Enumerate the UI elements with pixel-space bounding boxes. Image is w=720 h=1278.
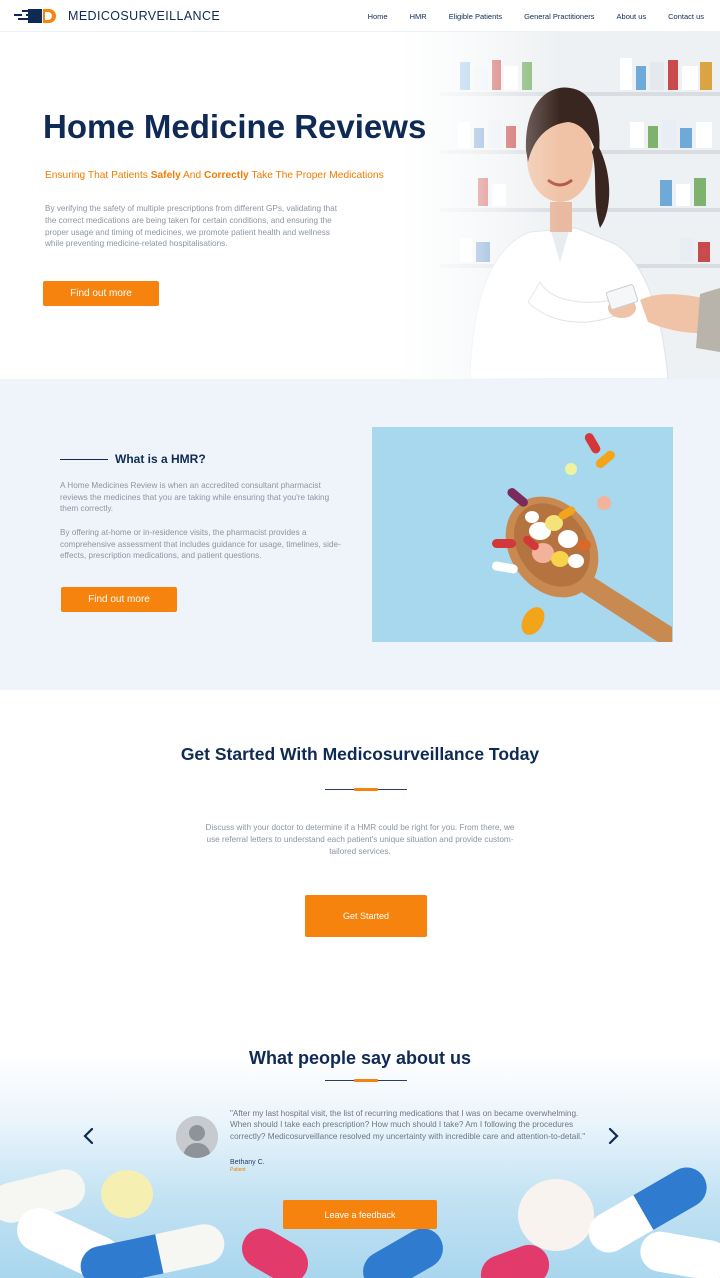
- heading-line: [60, 459, 108, 460]
- nav-menu: Home HMR Eligible Patients General Pract…: [346, 0, 704, 32]
- testimonial-role: Patient: [230, 1167, 246, 1173]
- divider-accent: [354, 788, 378, 791]
- logo-icon: [14, 9, 56, 23]
- testimonial-quote: "After my last hospital visit, the list …: [230, 1109, 586, 1141]
- hero-title: Home Medicine Reviews: [43, 108, 427, 145]
- pills-spoon-photo: [372, 427, 673, 642]
- nav-about-us[interactable]: About us: [617, 12, 647, 21]
- hmr-title: What is a HMR?: [115, 452, 206, 466]
- leave-feedback-button[interactable]: Leave a feedback: [283, 1200, 437, 1229]
- hero-section: Home Medicine Reviews Ensuring That Pati…: [0, 32, 720, 379]
- nav-general-practitioners[interactable]: General Practitioners: [524, 12, 594, 21]
- get-started-title: Get Started With Medicosurveillance Toda…: [180, 744, 540, 764]
- hero-subtitle: Ensuring That Patients Safely And Correc…: [45, 170, 384, 181]
- divider-accent: [354, 1079, 378, 1082]
- hmr-paragraph-1: A Home Medicines Review is when an accre…: [60, 481, 330, 514]
- testimonials-title: What people say about us: [248, 1048, 472, 1068]
- nav-eligible-patients[interactable]: Eligible Patients: [449, 12, 502, 21]
- get-started-description: Discuss with your doctor to determine if…: [205, 823, 515, 856]
- brand-name: MEDICOSURVEILLANCE: [68, 9, 221, 23]
- chevron-right-icon[interactable]: [606, 1127, 620, 1145]
- subtitle-text: And: [180, 170, 204, 181]
- get-started-button[interactable]: Get Started: [305, 895, 427, 937]
- chevron-left-icon[interactable]: [82, 1127, 96, 1145]
- brand-logo[interactable]: MEDICOSURVEILLANCE: [14, 8, 220, 24]
- section-divider: [325, 1079, 407, 1082]
- hmr-find-out-more-button[interactable]: Find out more: [61, 587, 177, 612]
- hero-description: By verifying the safety of multiple pres…: [45, 204, 338, 249]
- nav-hmr[interactable]: HMR: [410, 12, 427, 21]
- hmr-paragraph-2: By offering at-home or in-residence visi…: [60, 528, 341, 561]
- hero-find-out-more-button[interactable]: Find out more: [43, 281, 159, 306]
- subtitle-text: Take The Proper Medications: [248, 170, 384, 181]
- top-navigation: MEDICOSURVEILLANCE Home HMR Eligible Pat…: [0, 0, 720, 32]
- avatar-silhouette: [176, 1116, 218, 1158]
- nav-home[interactable]: Home: [368, 12, 388, 21]
- pharmacist-photo: [400, 32, 720, 379]
- subtitle-emphasis-safely: Safely: [150, 170, 181, 181]
- subtitle-emphasis-correctly: Correctly: [203, 170, 249, 181]
- nav-contact-us[interactable]: Contact us: [668, 12, 704, 21]
- testimonial-author: Bethany C.: [230, 1159, 265, 1166]
- section-divider: [325, 788, 407, 791]
- subtitle-text: Ensuring That Patients: [45, 170, 151, 181]
- user-avatar-icon: [176, 1116, 218, 1158]
